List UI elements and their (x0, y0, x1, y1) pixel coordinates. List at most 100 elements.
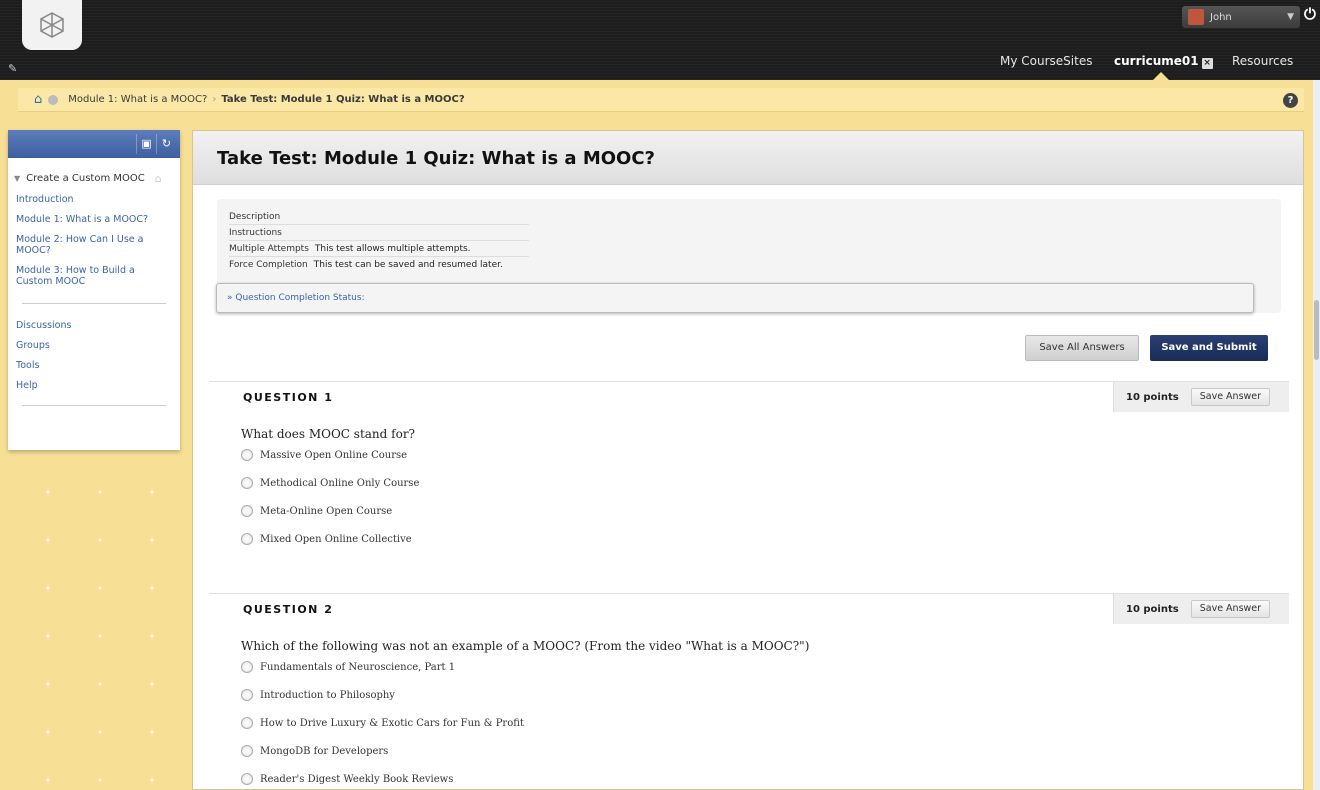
answer-option[interactable]: Methodical Online Only Course (241, 477, 1289, 489)
user-name: John (1210, 11, 1232, 23)
test-info-box: Description Instructions Multiple Attemp… (216, 199, 1281, 313)
folder-view-icon[interactable]: ▣ (136, 134, 156, 154)
nav-resources[interactable]: Resources (1232, 54, 1293, 68)
active-nav-notch (1153, 72, 1169, 80)
user-menu[interactable]: John ▼ (1182, 6, 1300, 28)
nav-course-label: curricume01 (1114, 54, 1199, 68)
question-points-box: 10 points Save Answer (1113, 594, 1289, 624)
page-title: Take Test: Module 1 Quiz: What is a MOOC… (217, 148, 656, 169)
avatar (1188, 9, 1204, 25)
question-header: QUESTION 1 10 points Save Answer (209, 381, 1289, 412)
option-label: Meta-Online Open Course (260, 505, 393, 517)
info-label: Multiple Attempts (229, 244, 309, 254)
option-label: Mixed Open Online Collective (260, 533, 412, 545)
question-text: Which of the following was not an exampl… (241, 639, 810, 653)
option-label: Massive Open Online Course (260, 449, 408, 461)
page-header: Take Test: Module 1 Quiz: What is a MOOC… (193, 131, 1303, 185)
question-text: What does MOOC stand for? (241, 427, 415, 441)
info-row: Multiple Attempts This test allows multip… (229, 241, 529, 257)
option-label: Fundamentals of Neuroscience, Part 1 (260, 661, 456, 673)
home-icon[interactable]: ⌂ (34, 92, 42, 107)
course-title[interactable]: ▼ Create a Custom MOOC ⌂ (8, 158, 180, 185)
question-2: QUESTION 2 10 points Save Answer Which o… (209, 593, 1289, 785)
info-label: Force Completion (229, 260, 308, 270)
divider (22, 303, 166, 304)
info-value: This test can be saved and resumed later… (313, 260, 503, 270)
info-row: Force Completion This test can be saved a… (229, 257, 529, 273)
radio-button[interactable] (241, 477, 253, 489)
sidebar-item-introduction[interactable]: Introduction (8, 194, 180, 205)
nav-course[interactable]: curricume01 × (1114, 54, 1213, 69)
answer-option[interactable]: Mixed Open Online Collective (241, 533, 1289, 545)
sidebar-item-discussions[interactable]: Discussions (8, 320, 180, 331)
sidebar-item-groups[interactable]: Groups (8, 340, 180, 351)
logo[interactable] (22, 0, 82, 50)
question-label: QUESTION 1 (243, 391, 334, 404)
power-icon[interactable]: ⏻ (1304, 5, 1316, 23)
radio-button[interactable] (241, 717, 253, 729)
main-panel: Take Test: Module 1 Quiz: What is a MOOC… (192, 130, 1304, 790)
save-all-answers-button[interactable]: Save All Answers (1025, 335, 1139, 361)
info-value: This test allows multiple attempts. (314, 244, 471, 254)
sidebar-item-module-3[interactable]: Module 3: How to Build a Custom MOOC (8, 265, 180, 287)
test-info-table: Description Instructions Multiple Attemp… (229, 209, 529, 273)
info-row: Description (229, 209, 529, 225)
save-answer-button[interactable]: Save Answer (1190, 600, 1271, 618)
scrollbar-track[interactable] (1313, 80, 1320, 790)
refresh-icon[interactable]: ↻ (156, 134, 176, 154)
answer-option[interactable]: Reader's Digest Weekly Book Reviews (241, 773, 1289, 785)
sidebar-item-module-2[interactable]: Module 2: How Can I Use a MOOC? (8, 234, 180, 256)
radio-button[interactable] (241, 533, 253, 545)
save-answer-button[interactable]: Save Answer (1190, 388, 1271, 406)
radio-button[interactable] (241, 689, 253, 701)
divider (22, 405, 166, 406)
nav-my-coursesites[interactable]: My CourseSites (1000, 54, 1092, 68)
question-label: QUESTION 2 (243, 603, 334, 616)
radio-button[interactable] (241, 773, 253, 785)
breadcrumb: ⌂ Module 1: What is a MOOC? › Take Test:… (18, 88, 1304, 112)
radio-button[interactable] (241, 745, 253, 757)
scrollbar-thumb[interactable] (1314, 300, 1319, 360)
background-pattern (0, 452, 188, 790)
completion-status-label: Question Completion Status: (235, 293, 365, 303)
answer-option[interactable]: MongoDB for Developers (241, 745, 1289, 757)
breadcrumb-parent[interactable]: Module 1: What is a MOOC? (68, 94, 207, 105)
top-header: ✎ John ▼ ⏻ My CourseSites curricume01 × R… (0, 0, 1320, 80)
info-label: Description (229, 212, 281, 222)
save-and-submit-button[interactable]: Save and Submit (1150, 335, 1268, 361)
sidebar-item-help[interactable]: Help (8, 380, 180, 391)
sidebar-item-tools[interactable]: Tools (8, 360, 180, 371)
option-label: Methodical Online Only Course (260, 477, 420, 489)
breadcrumb-current: Take Test: Module 1 Quiz: What is a MOOC… (221, 94, 465, 105)
course-menu: ▣ ↻ ▼ Create a Custom MOOC ⌂ Introductio… (8, 130, 180, 450)
coursesites-logo-icon (40, 12, 64, 38)
question-1: QUESTION 1 10 points Save Answer What do… (209, 381, 1289, 545)
question-points: 10 points (1126, 391, 1179, 403)
sidebar-item-module-1[interactable]: Module 1: What is a MOOC? (8, 214, 180, 225)
collapse-triangle-icon[interactable]: ▼ (14, 174, 20, 183)
radio-button[interactable] (241, 449, 253, 461)
option-label: Introduction to Philosophy (260, 689, 395, 701)
option-label: Reader's Digest Weekly Book Reviews (260, 773, 454, 785)
radio-button[interactable] (241, 661, 253, 673)
question-points-box: 10 points Save Answer (1113, 382, 1289, 412)
edit-pencil-icon[interactable]: ✎ (8, 62, 17, 75)
breadcrumb-menu-icon[interactable] (48, 94, 59, 105)
course-menu-header: ▣ ↻ (8, 130, 180, 158)
help-icon[interactable]: ? (1283, 93, 1298, 108)
answer-option[interactable]: Massive Open Online Course (241, 449, 1289, 461)
answer-option[interactable]: Introduction to Philosophy (241, 689, 1289, 701)
home-icon: ⌂ (154, 172, 162, 185)
chevron-down-icon: ▼ (1287, 12, 1294, 22)
answer-option[interactable]: How to Drive Luxury & Exotic Cars for Fu… (241, 717, 1289, 729)
answer-option[interactable]: Fundamentals of Neuroscience, Part 1 (241, 661, 1289, 673)
question-completion-status[interactable]: » Question Completion Status: (216, 283, 1254, 313)
option-label: MongoDB for Developers (260, 745, 389, 757)
answer-option[interactable]: Meta-Online Open Course (241, 505, 1289, 517)
breadcrumb-separator: › (212, 94, 217, 105)
info-label: Instructions (229, 228, 282, 238)
close-icon[interactable]: × (1201, 58, 1213, 69)
question-header: QUESTION 2 10 points Save Answer (209, 593, 1289, 624)
radio-button[interactable] (241, 505, 253, 517)
course-title-label: Create a Custom MOOC (26, 173, 145, 184)
